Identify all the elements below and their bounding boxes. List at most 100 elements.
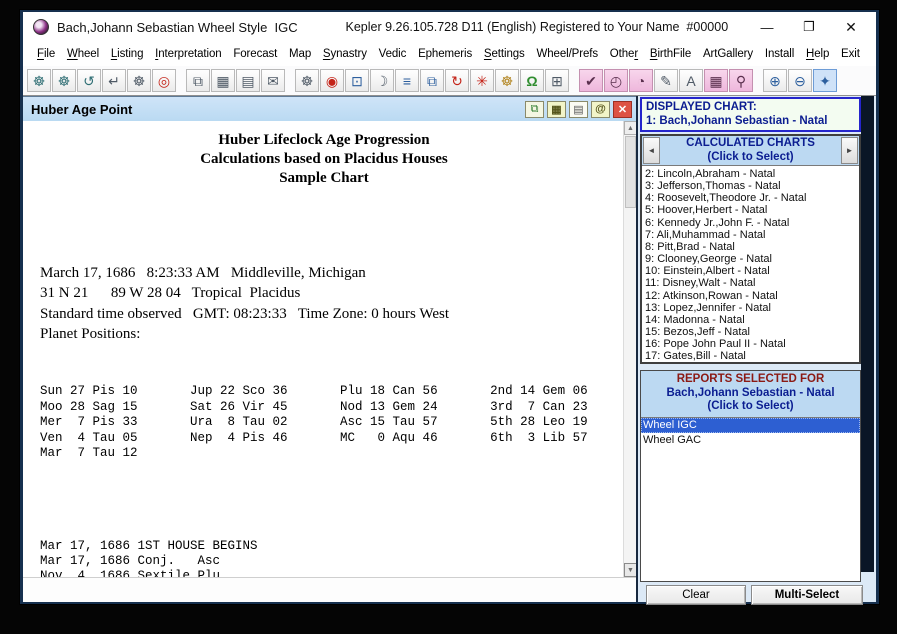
- wheel-arrow-icon[interactable]: ☸: [52, 69, 76, 92]
- report-info-line: March 17, 1686 8:23:33 AM Middleville, M…: [40, 263, 625, 284]
- report-text: Huber Lifeclock Age ProgressionCalculati…: [23, 121, 625, 577]
- check-icon[interactable]: ✔: [579, 69, 603, 92]
- chart-list-item[interactable]: 8: Pitt,Brad - Natal: [645, 241, 859, 253]
- menu-synastry[interactable]: Synastry: [321, 46, 369, 62]
- displayed-chart-value: 1: Bach,Johann Sebastian - Natal: [646, 114, 855, 128]
- coin-wheel-icon[interactable]: ☸: [495, 69, 519, 92]
- zoom-in-icon[interactable]: ⊕: [763, 69, 787, 92]
- chart-list-item[interactable]: 11: Disney,Walt - Natal: [645, 277, 859, 289]
- chart-list-item[interactable]: 15: Bezos,Jeff - Natal: [645, 326, 859, 338]
- zoom-out-icon[interactable]: ⊖: [788, 69, 812, 92]
- report-list-item[interactable]: Wheel GAC: [641, 433, 860, 449]
- maximize-button[interactable]: ❐: [788, 13, 830, 41]
- menu-bar: File Wheel Listing Interpretation Forecast Ma…: [23, 42, 876, 66]
- burst-icon[interactable]: ✳: [470, 69, 494, 92]
- resize-window-icon[interactable]: ⧉: [186, 69, 210, 92]
- chart-list-item[interactable]: 12: Atkinson,Rowan - Natal: [645, 290, 859, 302]
- copy-pages-icon[interactable]: ⧉: [420, 69, 444, 92]
- wheel-target-icon[interactable]: ◎: [152, 69, 176, 92]
- clock-wheel-icon[interactable]: ◔: [629, 69, 653, 92]
- multi-select-button[interactable]: Multi-Select: [751, 585, 863, 605]
- chart-list-item[interactable]: 14: Madonna - Natal: [645, 314, 859, 326]
- chart-list-item[interactable]: 13: Lopez,Jennifer - Natal: [645, 302, 859, 314]
- close-button[interactable]: ✕: [830, 13, 872, 41]
- menu-ephemeris[interactable]: Ephemeris: [416, 46, 474, 62]
- menu-exit[interactable]: Exit: [839, 46, 862, 62]
- menu-artgallery[interactable]: ArtGallery: [701, 46, 755, 62]
- report-info-line: Standard time observed GMT: 08:23:33 Tim…: [40, 304, 625, 325]
- kepler-window: Bach,Johann Sebastian Wheel Style IGC Ke…: [20, 10, 879, 604]
- save-icon[interactable]: ▦: [547, 101, 566, 118]
- calendar-icon[interactable]: ⊞: [545, 69, 569, 92]
- menu-birthfile[interactable]: BirthFile: [648, 46, 693, 62]
- search-doc-icon[interactable]: ⚲: [729, 69, 753, 92]
- chart-list-item[interactable]: 16: Pope John Paul II - Natal: [645, 338, 859, 350]
- chart-list-item[interactable]: 10: Einstein,Albert - Natal: [645, 265, 859, 277]
- chart-list-item[interactable]: 9: Clooney,George - Natal: [645, 253, 859, 265]
- chart-list-item[interactable]: 5: Hoover,Herbert - Natal: [645, 204, 859, 216]
- menu-interpretation[interactable]: Interpretation: [153, 46, 223, 62]
- clear-button[interactable]: Clear: [646, 585, 746, 605]
- menu-file[interactable]: File: [35, 46, 57, 62]
- menu-settings[interactable]: Settings: [482, 46, 527, 62]
- restore-icon[interactable]: ⧉: [525, 101, 544, 118]
- print-icon[interactable]: ▤: [569, 101, 588, 118]
- toolbar: ☸☸↺↵☸◎⧉▦▤✉☸◉⊡☽≡⧉↻✳☸Ω⊞✔◴◔✎A▦⚲⊕⊖✦: [23, 66, 876, 96]
- chart-list-item[interactable]: 17: Gates,Bill - Natal: [645, 350, 859, 362]
- report-list-item[interactable]: Wheel IGC: [641, 418, 860, 434]
- charts-scroll-right-button[interactable]: ►: [841, 137, 858, 164]
- at-icon[interactable]: @: [591, 101, 610, 118]
- list-icon[interactable]: ≡: [395, 69, 419, 92]
- screen-icon[interactable]: ⊡: [345, 69, 369, 92]
- scroll-up-icon[interactable]: ▲: [624, 121, 636, 135]
- edit-doc-icon[interactable]: ✎: [654, 69, 678, 92]
- menu-other[interactable]: Other: [608, 46, 640, 62]
- moon-percent-icon[interactable]: ☽: [370, 69, 394, 92]
- calculated-charts-list: 2: Lincoln,Abraham - Natal3: Jefferson,T…: [642, 166, 859, 362]
- print-icon[interactable]: ▤: [236, 69, 260, 92]
- event-row: Mar 17, 1686 1ST HOUSE BEGINS: [40, 539, 625, 554]
- wheel-pointer-icon[interactable]: ↵: [102, 69, 126, 92]
- window-title: Bach,Johann Sebastian Wheel Style IGC: [57, 20, 298, 35]
- wheel-shaded-icon[interactable]: ☸: [127, 69, 151, 92]
- sparkle-icon[interactable]: ✦: [813, 69, 837, 92]
- age-point-events: Mar 17, 1686 1ST HOUSE BEGINSMar 17, 168…: [40, 494, 625, 578]
- reports-header-title: REPORTS SELECTED FOR: [641, 373, 860, 387]
- save-icon[interactable]: ▦: [211, 69, 235, 92]
- scroll-down-icon[interactable]: ▼: [624, 563, 636, 577]
- email-icon[interactable]: ✉: [261, 69, 285, 92]
- menu-map[interactable]: Map: [287, 46, 313, 62]
- title-bar: Bach,Johann Sebastian Wheel Style IGC Ke…: [23, 12, 876, 42]
- om-icon[interactable]: Ω: [520, 69, 544, 92]
- menu-install[interactable]: Install: [763, 46, 796, 62]
- wheel-undo-icon[interactable]: ↺: [77, 69, 101, 92]
- menu-forecast[interactable]: Forecast: [231, 46, 279, 62]
- menu-vedic[interactable]: Vedic: [377, 46, 409, 62]
- charts-scroll-left-button[interactable]: ◄: [643, 137, 660, 164]
- menu-help[interactable]: Help: [804, 46, 831, 62]
- chart-list-item[interactable]: 4: Roosevelt,Theodore Jr. - Natal: [645, 192, 859, 204]
- chart-list-item[interactable]: 7: Ali,Muhammad - Natal: [645, 229, 859, 241]
- reports-header: REPORTS SELECTED FOR Bach,Johann Sebasti…: [641, 371, 860, 418]
- clock-icon[interactable]: ◴: [604, 69, 628, 92]
- font-doc-icon[interactable]: A: [679, 69, 703, 92]
- vertical-scrollbar[interactable]: ▲ ▼: [623, 121, 636, 577]
- menu-wheel[interactable]: Wheel: [65, 46, 101, 62]
- menu-wheel-prefs[interactable]: Wheel/Prefs: [534, 46, 600, 62]
- report-heading: Huber Lifeclock Age ProgressionCalculati…: [23, 131, 625, 188]
- chart-list-item[interactable]: 6: Kennedy Jr.,John F. - Natal: [645, 217, 859, 229]
- chart-list-item[interactable]: 3: Jefferson,Thomas - Natal: [645, 180, 859, 192]
- scrollbar-thumb[interactable]: [625, 136, 636, 208]
- report-panel-header: Huber Age Point ⧉▦▤@✕: [23, 96, 636, 121]
- grid-icon[interactable]: ▦: [704, 69, 728, 92]
- minimize-button[interactable]: —: [746, 13, 788, 41]
- refresh-icon[interactable]: ↻: [445, 69, 469, 92]
- target-frame-icon[interactable]: ◉: [320, 69, 344, 92]
- wheel-frame-icon[interactable]: ☸: [295, 69, 319, 92]
- reports-panel: REPORTS SELECTED FOR Bach,Johann Sebasti…: [640, 370, 861, 582]
- menu-listing[interactable]: Listing: [109, 46, 146, 62]
- wheel-add-icon[interactable]: ☸: [27, 69, 51, 92]
- close-icon[interactable]: ✕: [613, 101, 632, 118]
- event-row: Mar 17, 1686 Conj. Asc: [40, 554, 625, 569]
- chart-list-item[interactable]: 2: Lincoln,Abraham - Natal: [645, 168, 859, 180]
